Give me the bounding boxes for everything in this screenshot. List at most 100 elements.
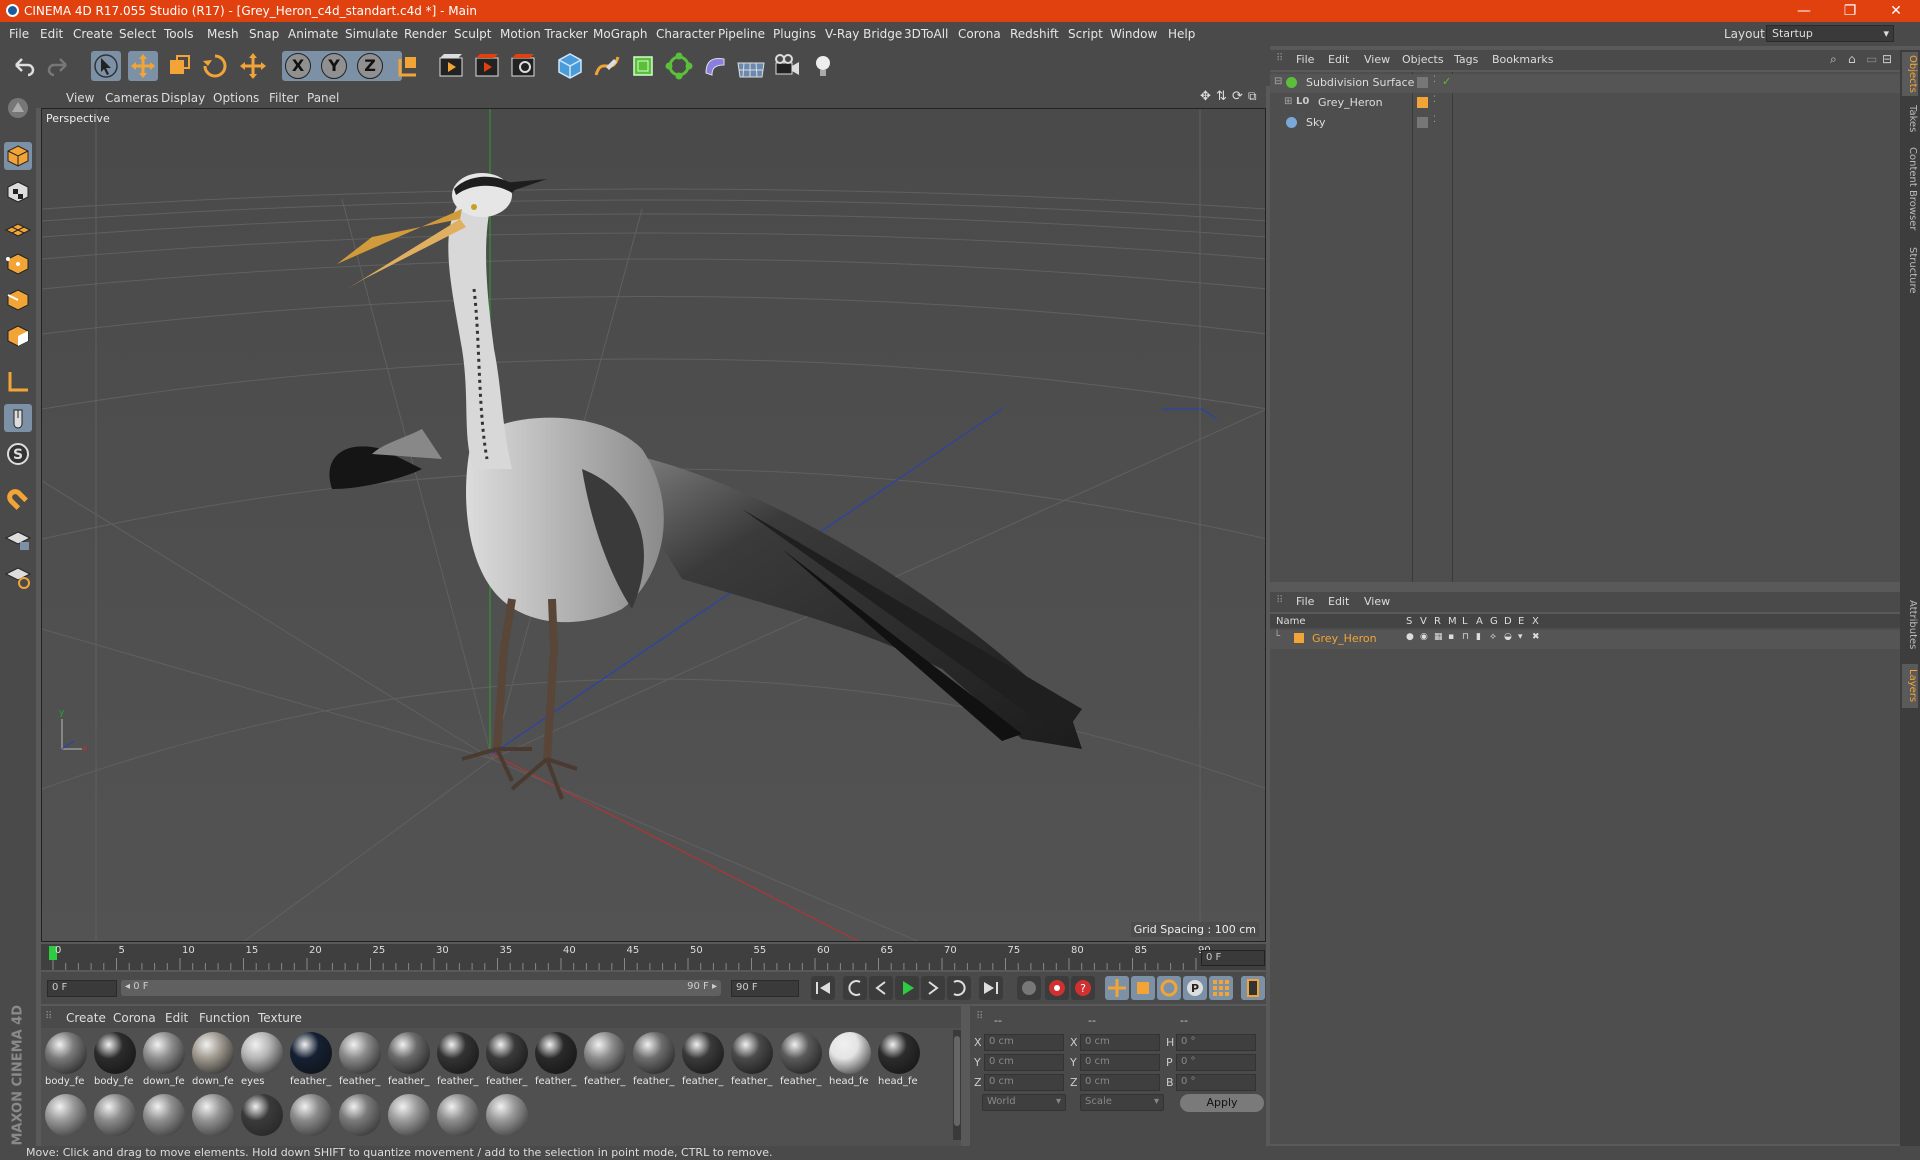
record-keys-icon[interactable] bbox=[1017, 976, 1041, 1000]
menu-edit[interactable]: Edit bbox=[40, 27, 63, 41]
autokey-icon[interactable] bbox=[1045, 976, 1069, 1000]
camera-icon[interactable] bbox=[772, 51, 802, 81]
material-swatch[interactable] bbox=[337, 1094, 383, 1152]
layer-toggle-icon[interactable]: ◒ bbox=[1504, 632, 1512, 642]
render-view-icon[interactable] bbox=[436, 51, 466, 81]
keyframe-selection-icon[interactable]: ? bbox=[1071, 976, 1095, 1000]
apply-button[interactable]: Apply bbox=[1180, 1094, 1264, 1112]
menu-redshift[interactable]: Redshift bbox=[1010, 27, 1059, 41]
material-swatch[interactable] bbox=[435, 1094, 481, 1152]
viewport-move-icon[interactable]: ✥ bbox=[1200, 89, 1211, 104]
objects-menu-view[interactable]: View bbox=[1364, 53, 1390, 66]
material-swatch[interactable]: head_fe bbox=[827, 1032, 873, 1090]
layer-column-header[interactable]: L bbox=[1462, 616, 1468, 627]
layer-toggle-icon[interactable]: ⊓ bbox=[1462, 632, 1469, 642]
object-row-grey-heron[interactable]: ⊞ L0 Grey_Heron ⁚ bbox=[1270, 94, 1900, 113]
menu-snap[interactable]: Snap bbox=[249, 27, 279, 41]
menu-character[interactable]: Character bbox=[656, 27, 715, 41]
menu-vray-bridge[interactable]: V-Ray Bridge bbox=[825, 27, 902, 41]
material-swatch[interactable]: feather_ bbox=[582, 1032, 628, 1090]
z-axis-icon[interactable]: Z bbox=[357, 53, 383, 79]
tab-layers[interactable]: Layers bbox=[1902, 664, 1918, 708]
layer-tag-icon[interactable] bbox=[1417, 117, 1428, 128]
start-frame-field[interactable]: 0 F bbox=[47, 980, 117, 997]
layer-toggle-icon[interactable]: ✖ bbox=[1532, 632, 1540, 642]
material-swatch[interactable]: feather_ bbox=[435, 1032, 481, 1090]
layer-toggle-icon[interactable]: ◉ bbox=[1420, 632, 1428, 642]
coord-value-field[interactable]: 0 ° bbox=[1176, 1074, 1256, 1091]
material-swatch[interactable] bbox=[190, 1094, 236, 1152]
viewport-menu-cameras[interactable]: Cameras bbox=[105, 91, 158, 105]
prev-keyframe-icon[interactable] bbox=[843, 976, 867, 1000]
minimize-button[interactable]: — bbox=[1784, 2, 1824, 20]
snap-icon[interactable]: S bbox=[4, 440, 32, 468]
grid-lock-icon[interactable] bbox=[4, 526, 32, 554]
viewport-zoom-icon[interactable]: ⇅ bbox=[1216, 89, 1227, 104]
panel-grip-icon[interactable]: ⠿ bbox=[45, 1011, 52, 1022]
light-icon[interactable] bbox=[808, 51, 838, 81]
play-icon[interactable] bbox=[895, 976, 919, 1000]
panel-grip-icon[interactable]: ⠿ bbox=[1276, 595, 1283, 606]
tweak-mode-icon[interactable] bbox=[4, 404, 32, 432]
material-swatch[interactable] bbox=[386, 1094, 432, 1152]
material-swatch[interactable]: feather_ bbox=[484, 1032, 530, 1090]
layer-color-swatch[interactable] bbox=[1417, 97, 1428, 108]
expand-toggle-icon[interactable]: ⊞ bbox=[1284, 96, 1292, 107]
tab-structure[interactable]: Structure bbox=[1902, 242, 1918, 298]
key-scale-icon[interactable] bbox=[1131, 976, 1155, 1000]
material-swatch[interactable]: down_fe bbox=[190, 1032, 236, 1090]
coordinate-mode-select[interactable]: World ▾ bbox=[982, 1094, 1066, 1111]
coord-value-field[interactable]: 0 ° bbox=[1176, 1054, 1256, 1071]
material-menu-create[interactable]: Create bbox=[66, 1011, 106, 1025]
layer-column-header[interactable]: S bbox=[1406, 616, 1412, 627]
material-swatch[interactable]: feather_ bbox=[337, 1032, 383, 1090]
material-swatch[interactable]: down_fe bbox=[141, 1032, 187, 1090]
objects-menu-tags[interactable]: Tags bbox=[1454, 53, 1478, 66]
viewport-menu-display[interactable]: Display bbox=[161, 91, 205, 105]
layer-tag-icon[interactable] bbox=[1417, 77, 1428, 88]
material-swatch[interactable]: feather_ bbox=[288, 1032, 334, 1090]
viewport-maximize-icon[interactable]: ⧉ bbox=[1248, 89, 1257, 104]
key-parameter-icon[interactable]: P bbox=[1183, 976, 1207, 1000]
floor-icon[interactable] bbox=[736, 51, 766, 81]
menu-file[interactable]: File bbox=[9, 27, 29, 41]
material-swatch[interactable]: head_fe bbox=[876, 1032, 922, 1090]
timeline-window-icon[interactable] bbox=[1241, 976, 1265, 1000]
layer-toggle-icon[interactable]: ▾ bbox=[1518, 632, 1523, 642]
coord-value-field[interactable]: 0 cm bbox=[1080, 1034, 1160, 1051]
rotate-icon[interactable] bbox=[200, 51, 230, 81]
objects-menu-edit[interactable]: Edit bbox=[1328, 53, 1349, 66]
material-menu-function[interactable]: Function bbox=[199, 1011, 250, 1025]
object-row-subdivision-surface[interactable]: ⊟ Subdivision Surface ⁚ ✓ bbox=[1270, 74, 1900, 93]
x-axis-icon[interactable]: X bbox=[285, 53, 311, 79]
redo-icon[interactable] bbox=[44, 51, 74, 81]
material-swatch[interactable] bbox=[239, 1094, 285, 1152]
scrollbar-thumb[interactable] bbox=[954, 1036, 960, 1126]
layer-column-header[interactable]: M bbox=[1448, 616, 1457, 627]
coord-value-field[interactable]: 0 ° bbox=[1176, 1034, 1256, 1051]
menu-pipeline[interactable]: Pipeline bbox=[718, 27, 765, 41]
collapse-icon[interactable]: ⊟ bbox=[1882, 52, 1892, 66]
layer-toggle-icon[interactable]: ▮ bbox=[1476, 632, 1481, 642]
visibility-dots-icon[interactable]: ⁚ bbox=[1433, 75, 1436, 85]
menu-tools[interactable]: Tools bbox=[164, 27, 194, 41]
close-button[interactable]: ✕ bbox=[1876, 2, 1916, 20]
current-frame-field[interactable]: 0 F bbox=[1201, 950, 1265, 966]
menu-render[interactable]: Render bbox=[404, 27, 447, 41]
frame-range-slider[interactable]: ◂ 0 F 90 F ▸ bbox=[121, 980, 721, 996]
undo-icon[interactable] bbox=[8, 51, 38, 81]
timeline-ruler[interactable]: 051015202530354045505560657075808590 bbox=[41, 944, 1266, 970]
tab-content-browser[interactable]: Content Browser bbox=[1902, 142, 1918, 236]
y-axis-icon[interactable]: Y bbox=[321, 53, 347, 79]
next-frame-icon[interactable] bbox=[921, 976, 945, 1000]
viewport-menu-filter[interactable]: Filter bbox=[269, 91, 299, 105]
home-icon[interactable]: ⌂ bbox=[1848, 52, 1856, 66]
menu-mograph[interactable]: MoGraph bbox=[593, 27, 648, 41]
visibility-dots-icon[interactable]: ⁚ bbox=[1433, 115, 1436, 125]
material-menu-texture[interactable]: Texture bbox=[258, 1011, 302, 1025]
coord-value-field[interactable]: 0 cm bbox=[1080, 1054, 1160, 1071]
menu-animate[interactable]: Animate bbox=[288, 27, 338, 41]
viewport-menu-view[interactable]: View bbox=[66, 91, 94, 105]
material-swatch[interactable] bbox=[288, 1094, 334, 1152]
viewport-rotate-icon[interactable]: ⟳ bbox=[1232, 89, 1243, 104]
